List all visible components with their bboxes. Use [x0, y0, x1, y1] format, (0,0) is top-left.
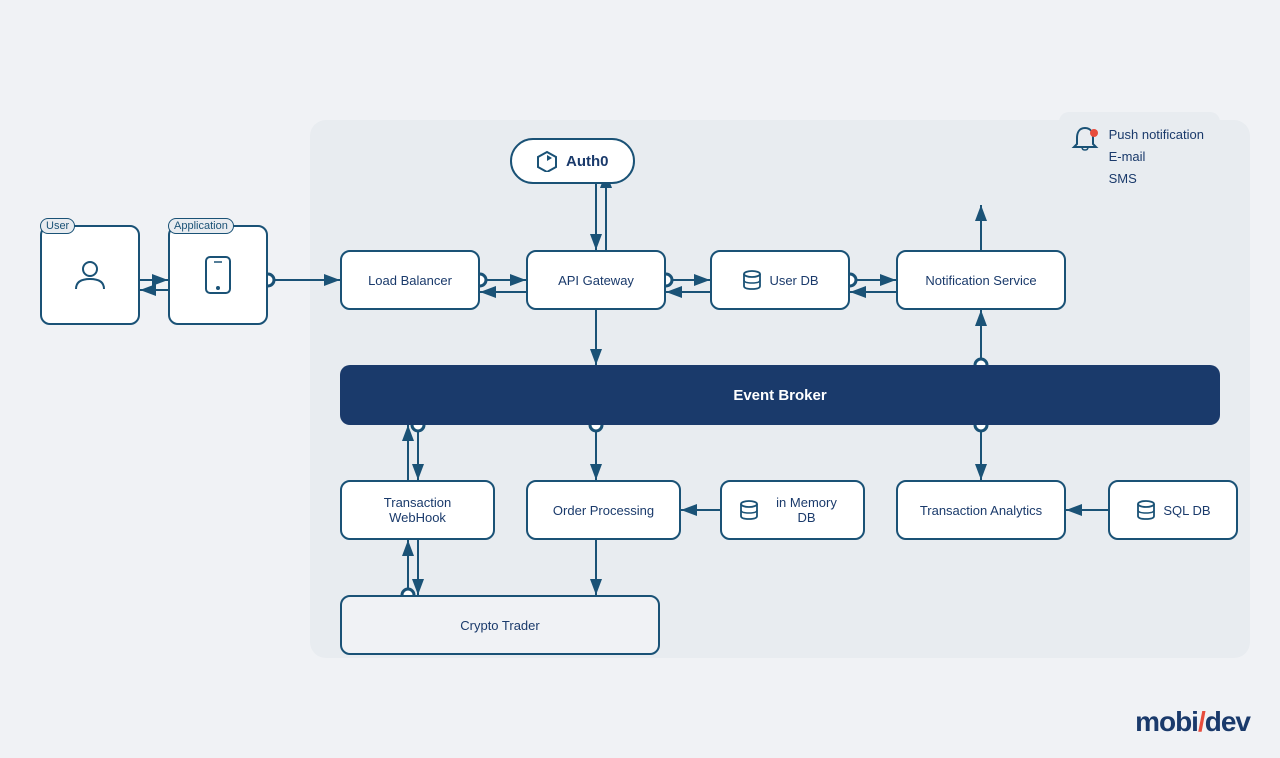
- sql-db-node: SQL DB: [1108, 480, 1238, 540]
- transaction-analytics-label: Transaction Analytics: [920, 503, 1042, 518]
- application-node: [168, 225, 268, 325]
- sql-db-label: SQL DB: [1163, 503, 1210, 518]
- mobidev-logo: mobi/dev: [1135, 706, 1250, 738]
- memdb-icon: [738, 499, 760, 521]
- load-balancer-node: Load Balancer: [340, 250, 480, 310]
- event-broker-node: Event Broker: [340, 365, 1220, 425]
- notification-info-box: Push notification E-mail SMS: [1059, 112, 1220, 202]
- api-gateway-box: API Gateway: [526, 250, 666, 310]
- api-gateway-node: API Gateway: [526, 250, 666, 310]
- notif-line3: SMS: [1109, 168, 1204, 190]
- user-label: User: [40, 218, 75, 234]
- application-label: Application: [168, 218, 234, 234]
- diagram-area: User Application Auth0 Push notification…: [20, 40, 1260, 718]
- transaction-webhook-label: Transaction WebHook: [358, 495, 477, 525]
- user-db-box: User DB: [710, 250, 850, 310]
- event-broker-label: Event Broker: [733, 387, 826, 404]
- transaction-analytics-box: Transaction Analytics: [896, 480, 1066, 540]
- order-processing-node: Order Processing: [526, 480, 681, 540]
- order-processing-box: Order Processing: [526, 480, 681, 540]
- transaction-webhook-box: Transaction WebHook: [340, 480, 495, 540]
- phone-icon: [204, 255, 232, 295]
- sql-db-box: SQL DB: [1108, 480, 1238, 540]
- in-memory-db-box: in Memory DB: [720, 480, 865, 540]
- notif-line1: Push notification: [1109, 124, 1204, 146]
- bell-icon: [1069, 124, 1101, 156]
- user-icon: [72, 257, 108, 293]
- auth0-node: Auth0: [510, 138, 635, 184]
- load-balancer-label: Load Balancer: [368, 273, 452, 288]
- logo-text1: mobi: [1135, 706, 1198, 737]
- in-memory-db-node: in Memory DB: [720, 480, 865, 540]
- transaction-webhook-node: Transaction WebHook: [340, 480, 495, 540]
- crypto-trader-node: Crypto Trader: [340, 595, 660, 655]
- db-icon: [741, 269, 763, 291]
- user-node: [40, 225, 140, 325]
- user-db-node: User DB: [710, 250, 850, 310]
- logo-text2: dev: [1205, 706, 1250, 737]
- transaction-analytics-node: Transaction Analytics: [896, 480, 1066, 540]
- crypto-trader-label: Crypto Trader: [460, 618, 539, 633]
- sqldb-icon: [1135, 499, 1157, 521]
- notif-line2: E-mail: [1109, 146, 1204, 168]
- in-memory-db-label: in Memory DB: [766, 495, 847, 525]
- crypto-trader-box: Crypto Trader: [340, 595, 660, 655]
- user-db-label: User DB: [769, 273, 818, 288]
- auth0-label: Auth0: [566, 153, 609, 170]
- auth0-icon: [536, 150, 558, 172]
- order-processing-label: Order Processing: [553, 503, 654, 518]
- notification-service-label: Notification Service: [925, 273, 1036, 288]
- notification-service-node: Notification Service: [896, 250, 1066, 310]
- logo-slash: /: [1198, 706, 1205, 737]
- notification-service-box: Notification Service: [896, 250, 1066, 310]
- load-balancer-box: Load Balancer: [340, 250, 480, 310]
- api-gateway-label: API Gateway: [558, 273, 634, 288]
